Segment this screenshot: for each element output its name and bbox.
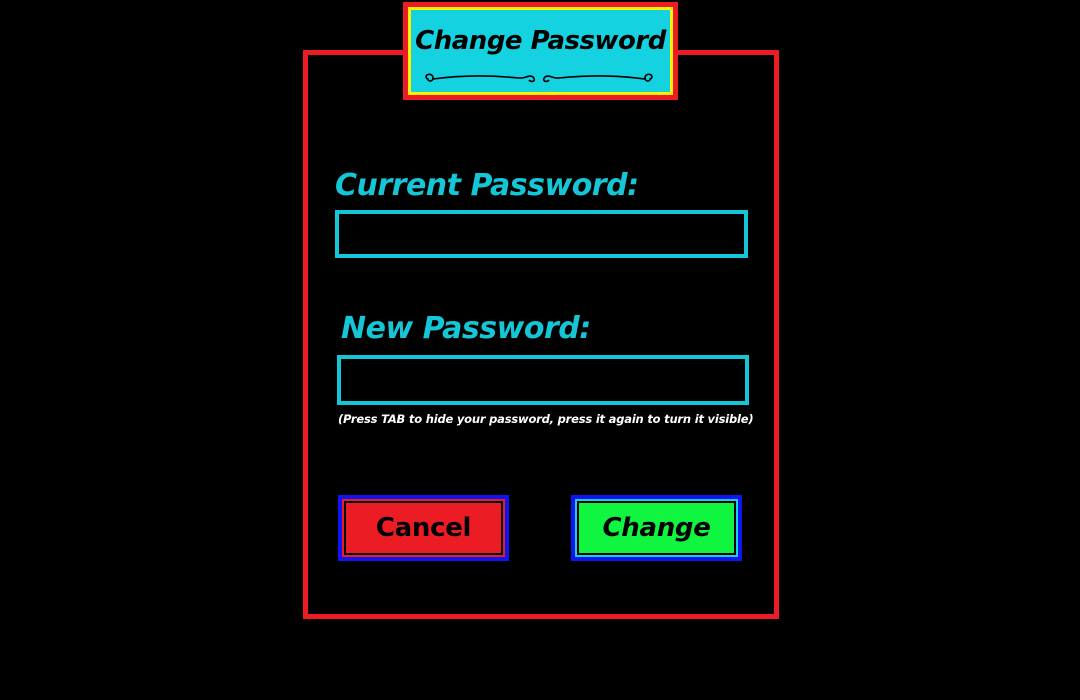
flourish-ornament-icon — [425, 73, 653, 83]
current-password-input[interactable] — [335, 210, 748, 258]
change-button[interactable]: Change — [571, 495, 742, 561]
new-password-label: New Password: — [341, 311, 591, 346]
title-badge: Change Password — [403, 2, 678, 100]
current-password-label: Current Password: — [335, 168, 639, 203]
cancel-button[interactable]: Cancel — [338, 495, 509, 561]
change-button-label: Change — [577, 501, 736, 555]
change-button-border: Change — [571, 495, 742, 561]
new-password-input[interactable] — [337, 355, 749, 405]
change-button-ring: Change — [575, 499, 738, 557]
dialog-title: Change Password — [415, 26, 666, 56]
password-visibility-hint: (Press TAB to hide your password, press … — [338, 412, 754, 426]
cancel-button-border: Cancel — [338, 495, 509, 561]
cancel-button-ring: Cancel — [342, 499, 505, 557]
title-badge-inner: Change Password — [411, 10, 670, 92]
cancel-button-label: Cancel — [344, 501, 503, 555]
title-badge-ring: Change Password — [408, 7, 673, 95]
